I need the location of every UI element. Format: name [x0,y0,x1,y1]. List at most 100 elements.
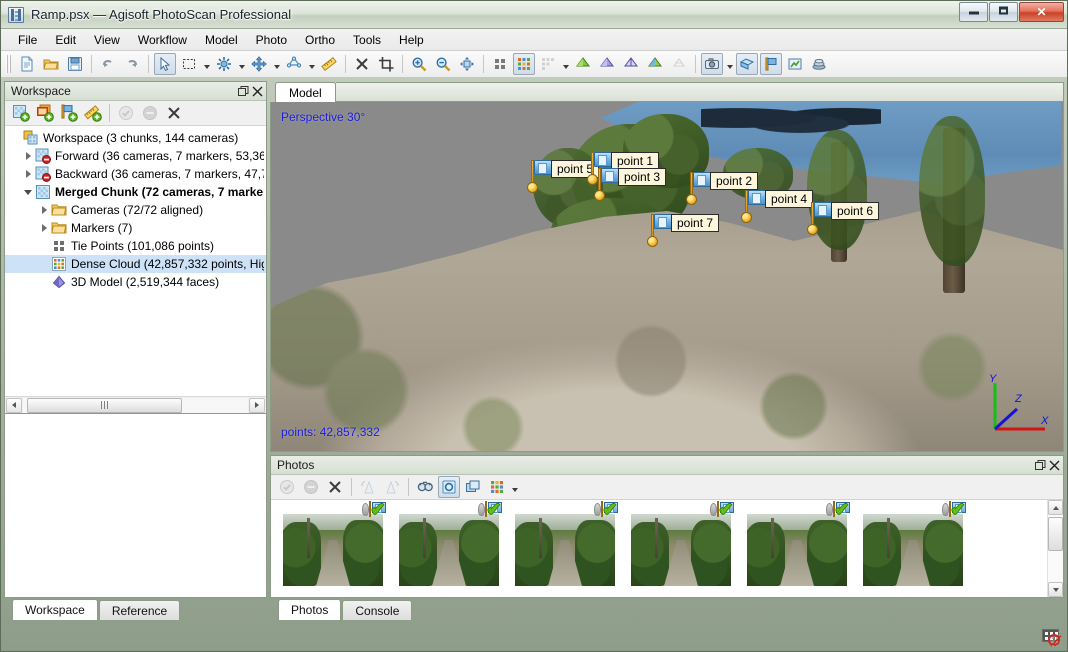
tree-item-3d-model[interactable]: 3D Model (2,519,344 faces) [5,273,266,291]
thumbnail-size-dropdown[interactable] [509,476,520,498]
tree-expander[interactable] [37,201,51,219]
tree-item-cameras[interactable]: Cameras (72/72 aligned) [5,201,266,219]
menu-file[interactable]: File [9,30,46,50]
photos-vertical-scrollbar[interactable] [1047,500,1063,597]
toolbar-grip[interactable] [6,55,11,73]
close-button[interactable]: ✕ [1019,2,1064,22]
menu-view[interactable]: View [85,30,129,50]
tree-expander[interactable] [21,147,35,165]
scroll-down-icon[interactable] [1048,582,1063,597]
add-photos-button[interactable] [34,102,56,124]
undock-icon[interactable] [236,84,250,98]
menu-photo[interactable]: Photo [247,30,296,50]
menu-tools[interactable]: Tools [344,30,390,50]
enable-photo-button[interactable] [276,476,298,498]
rectangle-selection-button[interactable] [178,53,200,75]
tab-workspace[interactable]: Workspace [12,599,98,620]
show-cameras-dropdown[interactable] [724,53,735,75]
close-icon[interactable] [1047,458,1061,472]
rotate-left-button[interactable] [357,476,379,498]
tab-reference[interactable]: Reference [98,600,181,620]
resize-grip[interactable] [1051,636,1064,649]
tree-item-dense-cloud[interactable]: Dense Cloud (42,857,332 points, Hig [5,255,266,273]
photo-thumbnail[interactable]: ✔ [747,501,850,586]
photo-thumbnail[interactable]: ✔ [283,501,386,586]
tree-item-markers[interactable]: Markers (7) [5,219,266,237]
thumbnail-size-button[interactable] [486,476,508,498]
photo-image[interactable] [283,514,383,586]
add-chunk-button[interactable] [10,102,32,124]
photo-thumbnail[interactable]: ✔ [515,501,618,586]
photo-image[interactable] [631,514,731,586]
measure-button[interactable] [318,53,340,75]
workspace-horizontal-scrollbar[interactable] [5,396,266,413]
zoom-in-button[interactable] [408,53,430,75]
disable-button[interactable] [139,102,161,124]
photo-image[interactable] [399,514,499,586]
show-cameras-button[interactable] [701,53,723,75]
photos-thumbnail-strip[interactable]: ✔ ✔ ✔ ✔ ✔ ✔ [271,500,1047,597]
redo-button[interactable] [121,53,143,75]
show-wireframe-model-button[interactable] [620,53,642,75]
show-shapes-button[interactable] [784,53,806,75]
estimate-image-quality-button[interactable] [414,476,436,498]
show-solid-model-button[interactable] [596,53,618,75]
move-object-dropdown[interactable] [271,53,282,75]
disable-photo-button[interactable] [300,476,322,498]
show-confidence-button[interactable] [668,53,690,75]
photo-thumbnail[interactable]: ✔ [631,501,734,586]
scroll-track[interactable] [1048,515,1063,582]
remove-items-button[interactable] [163,102,185,124]
resize-object-dropdown[interactable] [306,53,317,75]
select-tool-button[interactable] [154,53,176,75]
tree-item-forward-chunk[interactable]: Forward (36 cameras, 7 markers, 53,364 [5,147,266,165]
photo-image[interactable] [747,514,847,586]
model-viewport[interactable]: Perspective 30° points: 42,857,332 point… [270,102,1064,452]
dense-cloud-classes-button[interactable] [537,53,559,75]
scroll-thumb[interactable] [1048,517,1063,551]
crop-selection-button[interactable] [375,53,397,75]
show-dense-cloud-button[interactable] [513,53,535,75]
tree-item-tie-points[interactable]: Tie Points (101,086 points) [5,237,266,255]
open-project-button[interactable] [40,53,62,75]
menu-ortho[interactable]: Ortho [296,30,344,50]
tree-expander[interactable] [37,219,51,237]
tab-model[interactable]: Model [275,82,336,102]
photo-thumbnail[interactable]: ✔ [399,501,502,586]
scroll-track[interactable] [23,397,248,413]
delete-selection-button[interactable] [351,53,373,75]
close-icon[interactable] [250,84,264,98]
show-tiled-model-button[interactable] [808,53,830,75]
zoom-out-button[interactable] [432,53,454,75]
show-markers-button[interactable] [760,53,782,75]
tree-item-backward-chunk[interactable]: Backward (36 cameras, 7 markers, 47,722 [5,165,266,183]
tab-photos[interactable]: Photos [278,599,342,620]
undock-icon[interactable] [1033,458,1047,472]
enable-button[interactable] [115,102,137,124]
scroll-thumb[interactable] [27,397,182,413]
menu-model[interactable]: Model [196,30,247,50]
resize-object-button[interactable] [283,53,305,75]
photo-image[interactable] [515,514,615,586]
maximize-button[interactable] [989,2,1018,22]
minimize-button[interactable] [959,2,988,22]
scroll-up-icon[interactable] [1048,500,1063,515]
scroll-left-icon[interactable] [6,397,22,413]
move-object-button[interactable] [248,53,270,75]
rectangle-selection-dropdown[interactable] [201,53,212,75]
reset-view-button[interactable] [456,53,478,75]
tab-console[interactable]: Console [342,600,413,620]
reset-photo-view-button[interactable] [438,476,460,498]
tree-item-workspace[interactable]: Workspace (3 chunks, 144 cameras) [5,129,266,147]
photo-image[interactable] [863,514,963,586]
rotate-right-button[interactable] [381,476,403,498]
show-region-button[interactable] [736,53,758,75]
new-project-button[interactable] [16,53,38,75]
add-markers-button[interactable] [58,102,80,124]
menu-workflow[interactable]: Workflow [129,30,196,50]
menu-help[interactable]: Help [390,30,433,50]
rotate-object-button[interactable] [213,53,235,75]
tree-expander[interactable] [21,165,35,183]
photo-thumbnail[interactable]: ✔ [863,501,966,586]
dense-cloud-classes-dropdown[interactable] [560,53,571,75]
